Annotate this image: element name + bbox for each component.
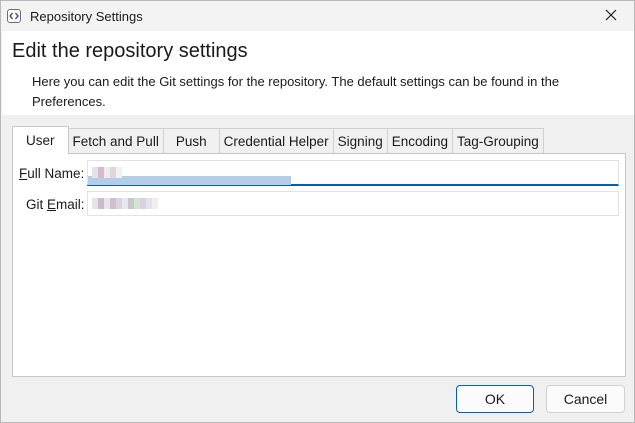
close-icon	[605, 9, 617, 24]
git-email-label-text: mail:	[56, 197, 85, 212]
page-title: Edit the repository settings	[12, 40, 248, 62]
cancel-button[interactable]: Cancel	[546, 385, 625, 413]
tab-user[interactable]: User	[12, 126, 69, 154]
window-title: Repository Settings	[30, 9, 143, 24]
repository-settings-dialog: Repository Settings Edit the repository …	[0, 0, 635, 423]
git-email-label-prefix: Git	[26, 197, 48, 212]
tab-signing[interactable]: Signing	[332, 128, 388, 154]
tab-tag-grouping[interactable]: Tag-Grouping	[452, 128, 544, 154]
full-name-label-text: ull Name:	[27, 166, 85, 181]
git-email-label: Git Email:	[26, 197, 85, 212]
code-brackets-icon	[7, 9, 21, 23]
git-email-mnemonic: E	[47, 197, 57, 212]
tab-credential-helper[interactable]: Credential Helper	[218, 128, 334, 154]
git-email-input[interactable]	[87, 191, 619, 216]
title-bar: Repository Settings	[1, 1, 634, 31]
full-name-label: Full Name:	[19, 166, 84, 181]
page-description: Here you can edit the Git settings for t…	[32, 74, 560, 109]
tab-encoding[interactable]: Encoding	[386, 128, 454, 154]
git-email-value-redacted	[92, 198, 158, 209]
tab-strip: User Fetch and Pull Push Credential Help…	[12, 126, 544, 154]
header-panel: Edit the repository settings Here you ca…	[2, 31, 634, 115]
user-tab-panel: Full Name: Git Email:	[12, 153, 626, 377]
tab-fetch-and-pull[interactable]: Fetch and Pull	[67, 128, 164, 154]
full-name-mnemonic: F	[19, 166, 28, 181]
close-button[interactable]	[588, 1, 634, 31]
tab-push[interactable]: Push	[162, 128, 220, 154]
full-name-value-redacted	[92, 167, 122, 178]
ok-button[interactable]: OK	[456, 385, 534, 413]
full-name-input[interactable]	[87, 160, 619, 186]
